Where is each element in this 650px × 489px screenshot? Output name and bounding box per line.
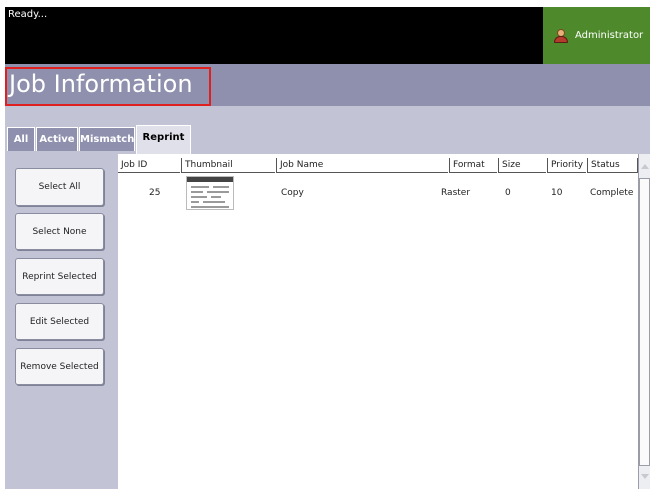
scroll-down-icon[interactable] (641, 474, 649, 479)
admin-user-label: Administrator (575, 30, 644, 41)
cell-status: Complete (590, 188, 634, 198)
admin-user-icon (553, 28, 569, 43)
select-none-button[interactable]: Select None (15, 213, 104, 250)
reprint-selected-button[interactable]: Reprint Selected (15, 258, 104, 295)
tab-all[interactable]: All (7, 127, 35, 151)
tab-mismatch[interactable]: Mismatch (79, 127, 135, 151)
top-status-bar: Ready... Administrator (5, 7, 650, 64)
title-bar: Job Information (5, 64, 650, 106)
document-thumbnail (186, 176, 234, 210)
column-header-format[interactable]: Format (449, 158, 497, 173)
column-header-job-id[interactable]: Job ID (118, 158, 180, 173)
tab-active-label: Active (39, 134, 75, 145)
page-title: Job Information (9, 70, 193, 98)
tab-reprint-label: Reprint (142, 132, 185, 143)
scrollbar-thumb[interactable] (639, 178, 650, 466)
column-header-size[interactable]: Size (498, 158, 546, 173)
job-table: Job ID Thumbnail Job Name Format Size Pr… (118, 154, 650, 489)
main-area: Select All Select None Reprint Selected … (5, 154, 650, 489)
column-header-status[interactable]: Status (587, 158, 638, 173)
column-header-priority[interactable]: Priority (547, 158, 586, 173)
remove-selected-button[interactable]: Remove Selected (15, 348, 104, 385)
table-header: Job ID Thumbnail Job Name Format Size Pr… (118, 158, 638, 174)
admin-user-button[interactable]: Administrator (543, 7, 650, 64)
column-header-job-name[interactable]: Job Name (276, 158, 448, 173)
tab-active[interactable]: Active (36, 127, 78, 151)
cell-priority: 10 (551, 188, 563, 198)
cell-size: 0 (505, 188, 511, 198)
cell-job-id: 25 (149, 188, 161, 198)
vertical-scrollbar[interactable] (638, 154, 650, 489)
column-header-thumbnail[interactable]: Thumbnail (181, 158, 275, 173)
cell-job-name: Copy (281, 188, 304, 198)
cell-format: Raster (441, 188, 471, 198)
action-sidebar: Select All Select None Reprint Selected … (5, 154, 118, 489)
select-all-button[interactable]: Select All (15, 168, 104, 206)
tab-mismatch-label: Mismatch (80, 134, 135, 145)
tab-all-label: All (13, 134, 29, 145)
tab-reprint[interactable]: Reprint (136, 125, 191, 154)
edit-selected-button[interactable]: Edit Selected (15, 303, 104, 340)
scroll-up-icon[interactable] (641, 164, 649, 169)
tab-bar: All Active Mismatch Reprint (5, 106, 650, 154)
status-text: Ready... (8, 9, 48, 20)
table-row[interactable]: 25 Copy Raster 0 10 Complete (118, 174, 638, 212)
